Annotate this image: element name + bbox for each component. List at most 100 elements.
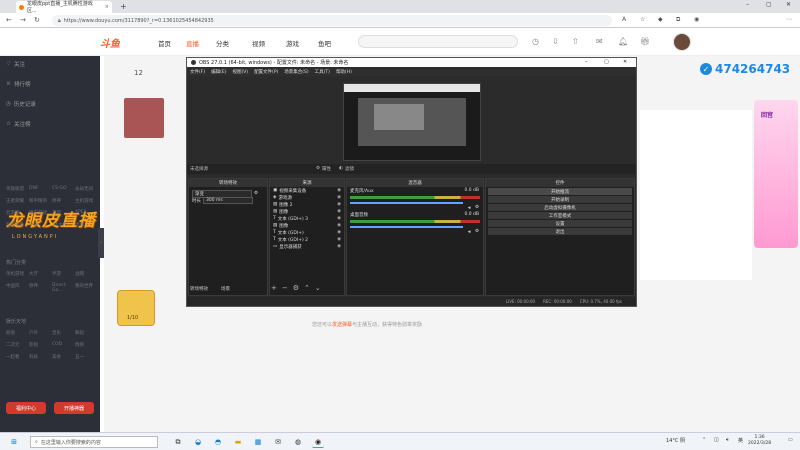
eye-icon[interactable]: ◉ [337, 202, 341, 207]
category-link[interactable]: 3A大作 [52, 222, 75, 228]
start-recording-button[interactable]: 开始录制 [488, 196, 632, 203]
menu-view[interactable]: 视图(V) [232, 69, 248, 75]
category-link[interactable]: DNF [29, 186, 52, 192]
category-link[interactable]: 情感 [75, 342, 98, 348]
welfare-center-button[interactable]: 福利中心 [6, 402, 46, 414]
extension-icon[interactable]: ◆ [658, 16, 663, 23]
transition-gear-icon[interactable]: ⚙ [254, 191, 258, 196]
tab-scenes[interactable]: 场景 [221, 286, 230, 292]
promo-banner[interactable] [754, 100, 798, 248]
studio-mode-button[interactable]: 工作室模式 [488, 212, 632, 219]
bell-icon[interactable]: 🔔︎ [618, 37, 628, 46]
edge-icon[interactable]: ◒ [192, 436, 204, 448]
more-menu-icon[interactable]: ⋯ [786, 16, 792, 23]
source-item[interactable]: ▣ 视频采集设备 ◉ [270, 187, 344, 194]
volume-slider[interactable] [350, 202, 463, 204]
settings-gear-icon[interactable]: ⚙ [475, 229, 479, 234]
close-window-icon[interactable]: ✕ [786, 1, 791, 8]
category-link[interactable]: 手游 [52, 271, 75, 277]
steam-icon[interactable]: ◍ [292, 436, 304, 448]
category-link[interactable]: APEX [75, 210, 98, 216]
transition-select[interactable]: 渐变 ⚙ [189, 189, 267, 198]
eye-icon[interactable]: ◉ [337, 195, 341, 200]
obs-maximize-icon[interactable]: ▢ [604, 59, 609, 65]
refresh-icon[interactable]: ↻ [34, 16, 40, 24]
maximize-icon[interactable]: ▢ [766, 1, 772, 8]
volume-icon[interactable]: 🔉︎ [726, 437, 729, 443]
settings-button[interactable]: 设置 [488, 220, 632, 227]
remove-icon[interactable]: − [282, 284, 288, 292]
category-link[interactable]: 和平精英 [29, 198, 52, 204]
notification-icon[interactable]: ▭ [788, 437, 793, 443]
category-link[interactable]: 影视 [29, 342, 52, 348]
category-link[interactable]: 美食 [52, 354, 75, 360]
source-item[interactable]: T 文本 (GDI+) 2 ◉ [270, 236, 344, 243]
category-link[interactable]: 原神 [29, 283, 52, 293]
eye-icon[interactable]: ◉ [337, 223, 341, 228]
move-up-icon[interactable]: ⌃ [304, 284, 310, 292]
category-link[interactable]: 二次元 [6, 342, 29, 348]
collections-icon[interactable]: ⧉ [676, 16, 680, 24]
read-aloud-icon[interactable]: A [622, 16, 626, 23]
speaker-icon[interactable]: 🔊︎ [468, 205, 471, 211]
virtual-camera-button[interactable]: 启动虚拟摄像机 [488, 204, 632, 211]
source-item[interactable]: ▨ 图像 ◉ [270, 222, 344, 229]
source-item[interactable]: T 文本 (GDI+) 3 ◉ [270, 215, 344, 222]
category-link[interactable]: 音乐 [52, 330, 75, 336]
send-danmaku-link[interactable]: 发送弹幕 [332, 322, 352, 328]
minimize-icon[interactable]: – [746, 1, 749, 8]
eye-icon[interactable]: ◉ [337, 216, 341, 221]
forward-icon[interactable]: → [20, 16, 26, 24]
profile-icon[interactable]: ◉ [694, 16, 699, 23]
back-icon[interactable]: ← [6, 16, 12, 24]
eye-icon[interactable]: ◉ [337, 244, 341, 249]
sidebar-item-follow[interactable]: ♡ 关注 [6, 60, 25, 68]
menu-profile[interactable]: 配置文件(P) [254, 69, 278, 75]
upload-icon[interactable]: ⇧ [572, 37, 579, 46]
site-logo[interactable]: 斗鱼 [100, 35, 120, 50]
stream-tool-button[interactable]: 开播神器 [54, 402, 94, 414]
category-link[interactable]: 手游 [29, 222, 52, 228]
history-icon[interactable]: ◷ [532, 37, 539, 46]
mail-icon[interactable]: ✉ [272, 436, 284, 448]
category-link[interactable]: 刀塔 [52, 210, 75, 216]
network-icon[interactable]: ◫ [714, 437, 719, 443]
menu-edit[interactable]: 编辑(E) [211, 69, 226, 75]
source-item[interactable]: ▨ 图像 ◉ [270, 208, 344, 215]
favorite-star-icon[interactable]: ☆ [640, 16, 645, 23]
category-link[interactable]: COD [52, 342, 75, 348]
category-link[interactable]: 大厅 [29, 271, 52, 277]
category-link[interactable]: 主机游戏 [75, 198, 98, 204]
sidebar-item-followlist[interactable]: ☆ 关注榜 [6, 120, 30, 128]
properties-button[interactable]: ⚙ 属性 [316, 166, 331, 172]
task-view-icon[interactable]: ⧉ [172, 436, 184, 448]
menu-file[interactable]: 文件(F) [190, 69, 205, 75]
exit-button[interactable]: 退出 [488, 228, 632, 235]
category-link[interactable]: 户外 [29, 330, 52, 336]
weather-text[interactable]: 14°C 阴 [666, 437, 685, 444]
settings-gear-icon[interactable]: ⚙ [475, 205, 479, 210]
category-link[interactable]: 原神 [52, 198, 75, 204]
input-language[interactable]: 英 [738, 437, 743, 444]
source-item[interactable]: ◈ 游戏源 ◉ [270, 194, 344, 201]
category-link[interactable]: 英雄联盟 [6, 186, 29, 192]
obs-close-icon[interactable]: ✕ [623, 59, 627, 65]
duration-input[interactable]: 300 ms [203, 197, 253, 204]
category-link[interactable]: 云游戏 [6, 210, 29, 216]
category-link[interactable]: Direct Ga... [52, 283, 75, 293]
edge-browser-icon[interactable]: ◓ [212, 436, 224, 448]
nav-games[interactable]: 游戏 [286, 38, 299, 48]
eye-icon[interactable]: ◉ [337, 237, 341, 242]
nav-video[interactable]: 视频 [252, 38, 265, 48]
eye-icon[interactable]: ◉ [337, 188, 341, 193]
message-icon[interactable]: ✉ [596, 37, 603, 46]
download-icon[interactable]: ⇩ [552, 37, 559, 46]
category-link[interactable]: CS:GO [52, 186, 75, 192]
category-link[interactable]: 科技 [29, 354, 52, 360]
category-link[interactable]: 王者荣耀 [6, 198, 29, 204]
category-link[interactable]: 我的世界 [75, 283, 98, 293]
category-link[interactable]: 五一 [75, 354, 98, 360]
windows-start-icon[interactable]: ⊞ [8, 436, 20, 448]
gear-icon[interactable]: ⚙ [293, 284, 299, 292]
source-item[interactable]: ▨ 图像 2 ◉ [270, 201, 344, 208]
